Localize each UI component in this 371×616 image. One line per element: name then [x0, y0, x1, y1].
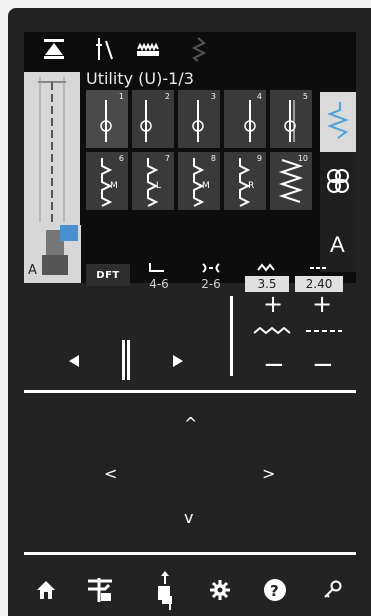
stitch-number: 2 [164, 92, 170, 101]
stitch-cell[interactable]: 3 [178, 90, 220, 148]
stitch-category-title: Utility (U)-1/3 [86, 69, 194, 88]
svg-text:M: M [202, 181, 210, 191]
stitch-number: 5 [302, 92, 308, 101]
lock-button[interactable] [316, 574, 348, 606]
stitch-cell[interactable]: 5 [270, 90, 312, 148]
presser-foot-button[interactable] [148, 570, 182, 610]
thread-cut-button[interactable] [82, 572, 118, 608]
arrow-left-button[interactable]: < [104, 466, 117, 482]
svg-text:L: L [156, 181, 161, 191]
triangle-left-icon [69, 355, 79, 367]
width-zigzag-icon [253, 326, 291, 335]
stitch-cell[interactable]: 1 [86, 90, 128, 148]
divider-bottom [24, 552, 356, 555]
svg-text:R: R [248, 181, 254, 191]
stitch-number: 8 [210, 154, 216, 163]
needle-thread-icon [88, 578, 112, 602]
screen-topbar [24, 32, 356, 66]
stitch-cell[interactable]: 4 [224, 90, 266, 148]
home-button[interactable] [30, 574, 62, 606]
stitch-number: 4 [256, 92, 262, 101]
tension-value[interactable]: 2-6 [188, 276, 234, 292]
next-stitch-button[interactable] [168, 351, 188, 371]
arrow-down-button[interactable]: v [184, 510, 193, 526]
lcd-screen: Utility (U)-1/3 1 2 3 4 5 6 M 7 L 8 M 9 R 10 A A DFT … [24, 32, 356, 292]
stitch-cell[interactable]: 7L [132, 152, 174, 210]
stitch-number: 3 [210, 92, 216, 101]
svg-text:M: M [110, 181, 118, 191]
settings-button[interactable] [204, 574, 236, 606]
length-increase-button[interactable]: + [312, 292, 332, 316]
stitch-length-icon [310, 267, 328, 269]
needle-threader-icon[interactable] [90, 35, 118, 63]
stitch-number: 6 [118, 154, 124, 163]
triangle-right-icon [173, 355, 183, 367]
stitch-cell[interactable]: 2 [132, 90, 174, 148]
decorative-icon [327, 169, 349, 193]
question-icon: ? [264, 579, 286, 601]
home-icon [37, 581, 55, 599]
divider-top [24, 390, 356, 393]
stitch-number: 1 [118, 92, 124, 101]
pause-button[interactable] [118, 338, 134, 382]
length-dash-icon [306, 330, 342, 332]
width-decrease-button[interactable]: − [263, 352, 285, 378]
length-decrease-button[interactable]: − [312, 352, 334, 378]
stitch-width-icon [257, 263, 275, 272]
key-icon [324, 580, 342, 598]
presser-pressure-value[interactable]: 4-6 [136, 276, 182, 292]
tab-decorative-stitches[interactable] [320, 152, 356, 212]
stitch-cell[interactable]: 9R [224, 152, 266, 210]
stitch-cell[interactable]: 8M [178, 152, 220, 210]
width-increase-button[interactable]: + [263, 292, 283, 316]
stitch-pattern-icon [327, 102, 349, 139]
gear-icon [210, 580, 230, 600]
dft-button[interactable]: DFT [86, 264, 130, 286]
arrow-right-button[interactable]: > [262, 466, 275, 482]
svg-text:?: ? [270, 582, 279, 600]
prev-stitch-button[interactable] [64, 351, 84, 371]
stitch-cell[interactable]: 10 [270, 152, 312, 210]
stitch-sequence-icon[interactable] [184, 35, 212, 63]
presser-foot-pressure-icon [149, 263, 164, 272]
tension-icon [202, 263, 220, 273]
tab-utility-stitches[interactable] [320, 92, 356, 152]
pipe-icon [122, 340, 130, 380]
stitch-number: 7 [164, 154, 170, 163]
pedal-label: A [28, 263, 37, 278]
help-button[interactable]: ? [259, 574, 291, 606]
svg-text:A: A [330, 232, 345, 257]
divider [230, 296, 233, 376]
needle-up-icon[interactable] [40, 35, 68, 63]
stitch-number: 9 [256, 154, 262, 163]
arrow-up-button[interactable]: ^ [184, 416, 197, 432]
stitch-cell[interactable]: 6M [86, 152, 128, 210]
stitch-number: 10 [297, 154, 308, 163]
feed-dog-icon[interactable] [134, 35, 162, 63]
straight-stitch-preview-icon [38, 77, 66, 222]
presser-foot-icon [158, 571, 172, 610]
foot-box: A [24, 225, 81, 283]
